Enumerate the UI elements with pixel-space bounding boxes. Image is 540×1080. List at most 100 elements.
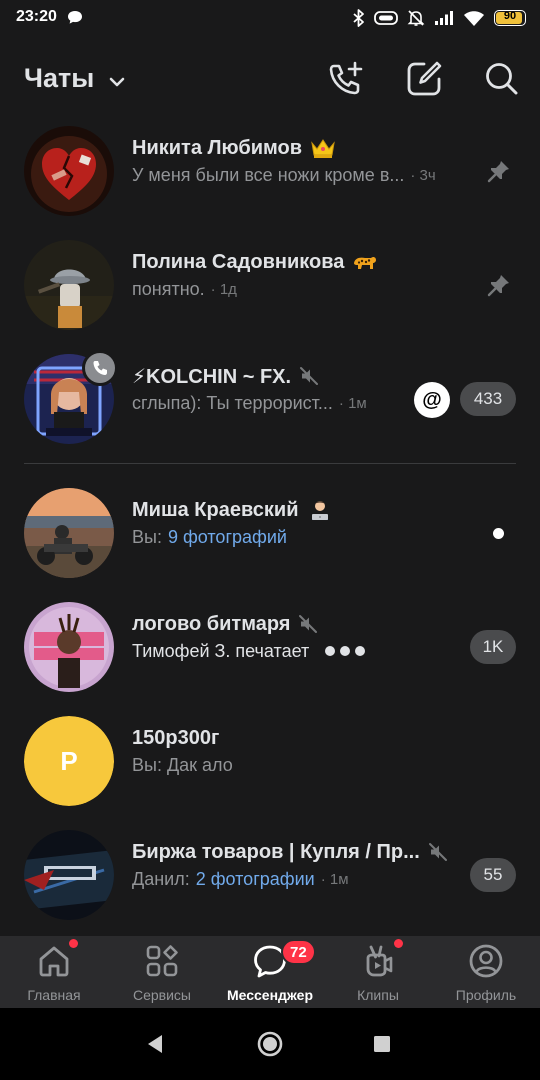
- avatar: P: [24, 716, 114, 806]
- clips-icon: [366, 945, 393, 977]
- avatar: [24, 240, 114, 330]
- avatar: [24, 126, 114, 216]
- compose-icon[interactable]: [404, 59, 444, 99]
- status-icons: 90: [353, 8, 526, 28]
- status-time: 23:20: [16, 8, 57, 25]
- chat-name: 150р300г: [132, 726, 220, 749]
- chat-preview: Вы: Дак ало: [132, 752, 233, 778]
- chat-preview: Вы: 9 фотографий: [132, 524, 287, 550]
- tab-services[interactable]: Сервисы: [108, 936, 216, 1008]
- technologist-icon: [311, 501, 328, 520]
- tab-label: Профиль: [455, 987, 517, 1003]
- chat-title: 150р300г: [132, 724, 219, 752]
- chat-preview: сглыпа): Ты террорист... · 1м: [132, 390, 367, 416]
- tab-profile[interactable]: Профиль: [432, 936, 540, 1008]
- chat-title: Полина Садовникова: [132, 248, 378, 276]
- message-time: · 1д: [210, 280, 237, 298]
- call-badge: [82, 350, 118, 386]
- tab-label: Главная: [27, 987, 81, 1003]
- unread-counter: 1K: [470, 630, 516, 664]
- chat-title: логово битмаря: [132, 610, 318, 638]
- avatar: [24, 830, 114, 920]
- chevron-down-icon[interactable]: [106, 71, 128, 93]
- chat-item[interactable]: P 150р300г Вы: Дак ало: [0, 704, 540, 818]
- message-preview: У меня были все ножи кроме в...: [132, 164, 405, 185]
- mute-bell-icon: [407, 10, 425, 26]
- page-title[interactable]: Чаты: [24, 63, 94, 94]
- chat-name: Миша Краевский: [132, 498, 299, 521]
- message-preview: сглыпа): Ты террорист...: [132, 392, 333, 413]
- unread-counter: 55: [470, 858, 516, 892]
- chat-item[interactable]: ⚡KOLCHIN ~ FX. сглыпа): Ты террорист... …: [0, 342, 540, 456]
- tab-bar: Главная Сервисы 72 Мессенджер Клипы Проф…: [0, 936, 540, 1008]
- battery-level: 90: [503, 10, 517, 22]
- message-attachment-link: 9 фотографий: [167, 526, 287, 547]
- vibrate-icon: [374, 11, 398, 25]
- tab-label: Клипы: [357, 987, 399, 1003]
- status-bar: 23:20 90: [0, 0, 540, 36]
- chat-preview: Тимофей З. печатает: [132, 638, 366, 664]
- services-icon: [146, 945, 178, 977]
- home-icon: [39, 946, 69, 977]
- typing-status: Тимофей З. печатает: [132, 640, 310, 661]
- message-time: · 3ч: [410, 166, 436, 184]
- unread-counter: 433: [460, 382, 516, 416]
- mute-icon: [428, 843, 447, 861]
- avatar-letter: P: [24, 716, 114, 806]
- new-call-icon[interactable]: [325, 59, 365, 99]
- tab-messenger[interactable]: 72 Мессенджер: [216, 936, 324, 1008]
- bluetooth-icon: [353, 9, 364, 27]
- header: Чаты: [0, 36, 540, 122]
- message-time: · 1м: [338, 394, 367, 412]
- chat-title: Биржа товаров | Купля / Пр...: [132, 838, 448, 866]
- avatar: [24, 488, 114, 578]
- home-button-icon[interactable]: [256, 1030, 284, 1058]
- message-time: · 1м: [320, 870, 349, 888]
- unread-badge: 72: [281, 939, 316, 965]
- chat-bubble-icon: [68, 11, 82, 24]
- chat-item[interactable]: Миша Краевский Вы: 9 фотографий: [0, 476, 540, 590]
- chat-name: Полина Садовникова: [132, 250, 345, 273]
- battery-icon: 90: [494, 10, 526, 26]
- chat-item[interactable]: Биржа товаров | Купля / Пр... Данил: 2 ф…: [0, 818, 540, 932]
- leopard-icon: [354, 256, 377, 269]
- mute-icon: [299, 615, 318, 633]
- avatar: [24, 602, 114, 692]
- notification-dot: [394, 939, 403, 948]
- tab-home[interactable]: Главная: [0, 936, 108, 1008]
- chat-item[interactable]: логово битмаря Тимофей З. печатает 1K: [0, 590, 540, 704]
- chat-name: Биржа товаров | Купля / Пр...: [132, 840, 420, 863]
- chat-preview: понятно. · 1д: [132, 276, 237, 302]
- tab-label: Мессенджер: [226, 987, 314, 1003]
- recents-icon[interactable]: [368, 1030, 396, 1058]
- profile-icon: [469, 944, 503, 978]
- phone-icon: [93, 361, 107, 375]
- mute-icon: [300, 367, 319, 385]
- chat-name: логово битмаря: [132, 612, 291, 635]
- search-icon[interactable]: [482, 59, 522, 99]
- message-preview: понятно.: [132, 278, 205, 299]
- chat-name: ⚡KOLCHIN ~ FX.: [132, 365, 292, 388]
- pin-icon: [487, 161, 509, 183]
- chat-preview: Данил: 2 фотографии · 1м: [132, 866, 349, 892]
- message-sender: Вы:: [132, 526, 162, 547]
- chat-title: Никита Любимов: [132, 134, 336, 162]
- crown-icon: [311, 139, 335, 158]
- chat-title: ⚡KOLCHIN ~ FX.: [132, 362, 319, 390]
- tab-clips[interactable]: Клипы: [324, 936, 432, 1008]
- unread-dot: [493, 528, 504, 539]
- typing-indicator: [325, 646, 366, 656]
- message-preview: Вы: Дак ало: [132, 754, 233, 775]
- message-attachment-link: 2 фотографии: [195, 868, 315, 889]
- chat-item[interactable]: Полина Садовникова понятно. · 1д: [0, 228, 540, 342]
- chat-title: Миша Краевский: [132, 496, 333, 524]
- chat-name: Никита Любимов: [132, 136, 303, 159]
- wifi-icon: [464, 10, 484, 26]
- message-sender: Данил:: [132, 868, 190, 889]
- pin-icon: [487, 275, 509, 297]
- signal-icon: [435, 11, 453, 25]
- chat-list[interactable]: Никита Любимов У меня были все ножи кром…: [0, 122, 540, 936]
- back-icon[interactable]: [142, 1030, 170, 1058]
- chat-item[interactable]: Никита Любимов У меня были все ножи кром…: [0, 122, 540, 228]
- chat-preview: У меня были все ножи кроме в... · 3ч: [132, 162, 436, 188]
